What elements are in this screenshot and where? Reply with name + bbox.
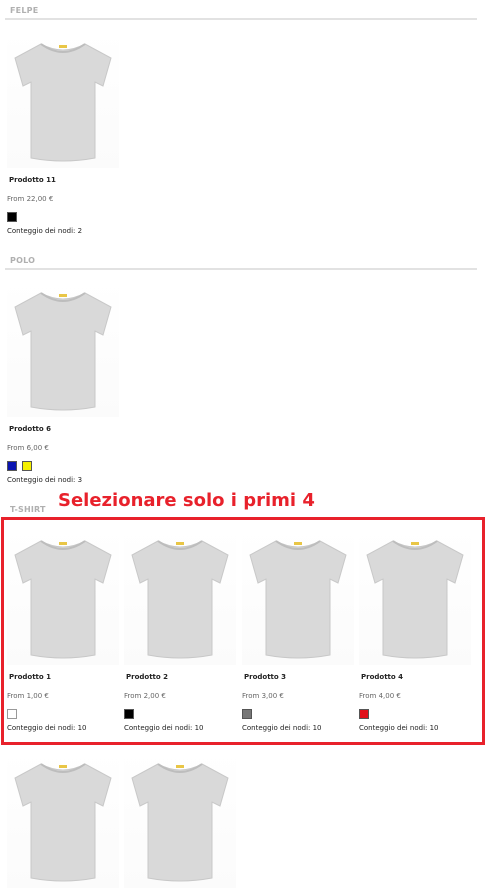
section-title: T-SHIRT [10,505,46,514]
product-card[interactable]: Prodotto 3 From 3,00 € Conteggio dei nod… [242,527,354,742]
product-name[interactable]: Prodotto 3 [244,673,286,681]
section-divider [5,18,477,20]
product-card[interactable]: Prodotto 11 From 22,00 € Conteggio dei n… [7,30,119,245]
product-card[interactable] [7,750,119,888]
color-swatch-red[interactable] [359,709,369,719]
color-swatch-white[interactable] [7,709,17,719]
color-swatches [359,709,369,719]
product-image[interactable] [7,30,119,168]
color-swatch-blue[interactable] [7,461,17,471]
node-count: Conteggio dei nodi: 3 [7,476,83,484]
product-card[interactable]: Prodotto 1 From 1,00 € Conteggio dei nod… [7,527,119,742]
product-image[interactable] [124,527,236,665]
product-image[interactable] [124,750,236,888]
tshirt-icon [14,292,112,411]
product-image[interactable] [7,279,119,417]
product-name[interactable]: Prodotto 6 [9,425,51,433]
tshirt-icon [14,43,112,162]
product-price: From 2,00 € [124,692,166,700]
product-price: From 4,00 € [359,692,401,700]
section-title: POLO [10,256,36,265]
product-image[interactable] [7,750,119,888]
section-title: FELPE [10,6,39,15]
product-card[interactable]: Prodotto 6 From 6,00 € Conteggio dei nod… [7,279,119,494]
product-price: From 6,00 € [7,444,49,452]
color-swatches [7,212,17,222]
tshirt-icon [131,763,229,882]
tshirt-icon [14,540,112,659]
node-count: Conteggio dei nodi: 2 [7,227,83,235]
color-swatch-black[interactable] [124,709,134,719]
product-name[interactable]: Prodotto 4 [361,673,403,681]
product-image[interactable] [242,527,354,665]
tshirt-icon [131,540,229,659]
node-count: Conteggio dei nodi: 10 [124,724,204,732]
color-swatch-gray[interactable] [242,709,252,719]
product-image[interactable] [359,527,471,665]
tshirt-icon [249,540,347,659]
node-count: Conteggio dei nodi: 10 [359,724,439,732]
product-image[interactable] [7,527,119,665]
color-swatch-black[interactable] [7,212,17,222]
color-swatches [7,461,32,471]
product-name[interactable]: Prodotto 2 [126,673,168,681]
product-card[interactable] [124,750,236,888]
section-divider [5,268,477,270]
color-swatches [7,709,17,719]
product-name[interactable]: Prodotto 1 [9,673,51,681]
tshirt-icon [366,540,464,659]
product-price: From 22,00 € [7,195,54,203]
tshirt-icon [14,763,112,882]
node-count: Conteggio dei nodi: 10 [242,724,322,732]
product-card[interactable]: Prodotto 4 From 4,00 € Conteggio dei nod… [359,527,471,742]
annotation-label: Selezionare solo i primi 4 [58,490,315,511]
color-swatches [242,709,252,719]
product-price: From 3,00 € [242,692,284,700]
color-swatch-yellow[interactable] [22,461,32,471]
product-price: From 1,00 € [7,692,49,700]
product-card[interactable]: Prodotto 2 From 2,00 € Conteggio dei nod… [124,527,236,742]
product-name[interactable]: Prodotto 11 [9,176,56,184]
node-count: Conteggio dei nodi: 10 [7,724,87,732]
color-swatches [124,709,134,719]
